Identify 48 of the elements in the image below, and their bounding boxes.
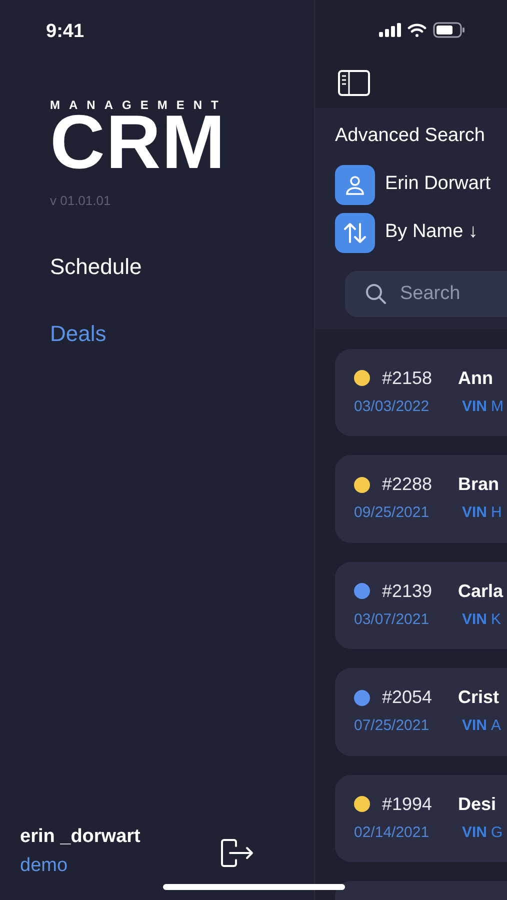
vin-label: VIN <box>462 396 488 416</box>
nav-item[interactable]: Schedule <box>50 250 264 284</box>
deal-number: #2158 <box>382 366 434 390</box>
vin-value: H <box>491 503 502 523</box>
customer-name: Ann <box>458 366 493 390</box>
nav-item[interactable]: Deals <box>50 317 264 350</box>
deal-card[interactable]: #1994 Desi 02/14/2021 VIN G <box>335 774 507 862</box>
vin-value: M <box>491 396 504 416</box>
vin-label: VIN <box>462 822 488 842</box>
assignee-name[interactable]: Erin Dorwart <box>385 170 491 199</box>
battery-icon <box>433 22 465 38</box>
search-field[interactable]: Search <box>345 270 507 316</box>
customer-name: Bran <box>458 473 500 496</box>
deal-number: #2139 <box>382 580 434 602</box>
logout-icon[interactable] <box>220 838 254 868</box>
deal-card[interactable]: #2139 Carla 03/07/2021 VIN K <box>335 562 507 649</box>
wifi-icon <box>407 22 427 38</box>
vin-label: VIN <box>462 716 488 736</box>
vin-value: A <box>491 716 502 736</box>
deal-card[interactable]: #2054 Crist 07/25/2021 VIN A <box>335 668 507 756</box>
customer-name: Desi <box>458 792 496 816</box>
vin-label: VIN <box>462 610 488 630</box>
vin-value: K <box>491 610 502 630</box>
user-role: demo <box>20 854 69 878</box>
deal-card[interactable]: #2288 Bran 09/25/2021 VIN H <box>335 455 507 542</box>
advanced-search-link[interactable]: Advanced Search <box>335 122 507 150</box>
version-label: v 01.01.01 <box>50 192 112 210</box>
customer-name: Carla <box>458 580 504 602</box>
deal-date: 03/03/2022 <box>354 396 430 416</box>
deal-date: 02/14/2021 <box>354 822 430 842</box>
deal-number: #2054 <box>382 686 434 709</box>
deal-date: 03/07/2021 <box>354 610 430 630</box>
vin-label: VIN <box>462 503 488 523</box>
status-time: 9:41 <box>46 20 86 44</box>
user-name: erin _dorwart <box>20 825 140 849</box>
deal-date: 09/25/2021 <box>354 503 430 523</box>
customer-name: Crist <box>458 686 500 709</box>
sort-option[interactable]: By Name ↓ <box>385 218 478 247</box>
signal-icon <box>379 23 401 37</box>
deal-card[interactable]: #2158 Ann 03/03/2022 VIN M <box>335 348 507 436</box>
sidebar-toggle-icon[interactable] <box>338 70 370 96</box>
vin-value: G <box>491 822 503 842</box>
sort-icon <box>335 212 375 252</box>
search-icon <box>365 282 387 304</box>
deal-number: #2288 <box>382 473 434 496</box>
deal-date: 07/25/2021 <box>354 716 430 736</box>
deal-number: #1994 <box>382 792 434 816</box>
person-icon <box>335 164 375 204</box>
